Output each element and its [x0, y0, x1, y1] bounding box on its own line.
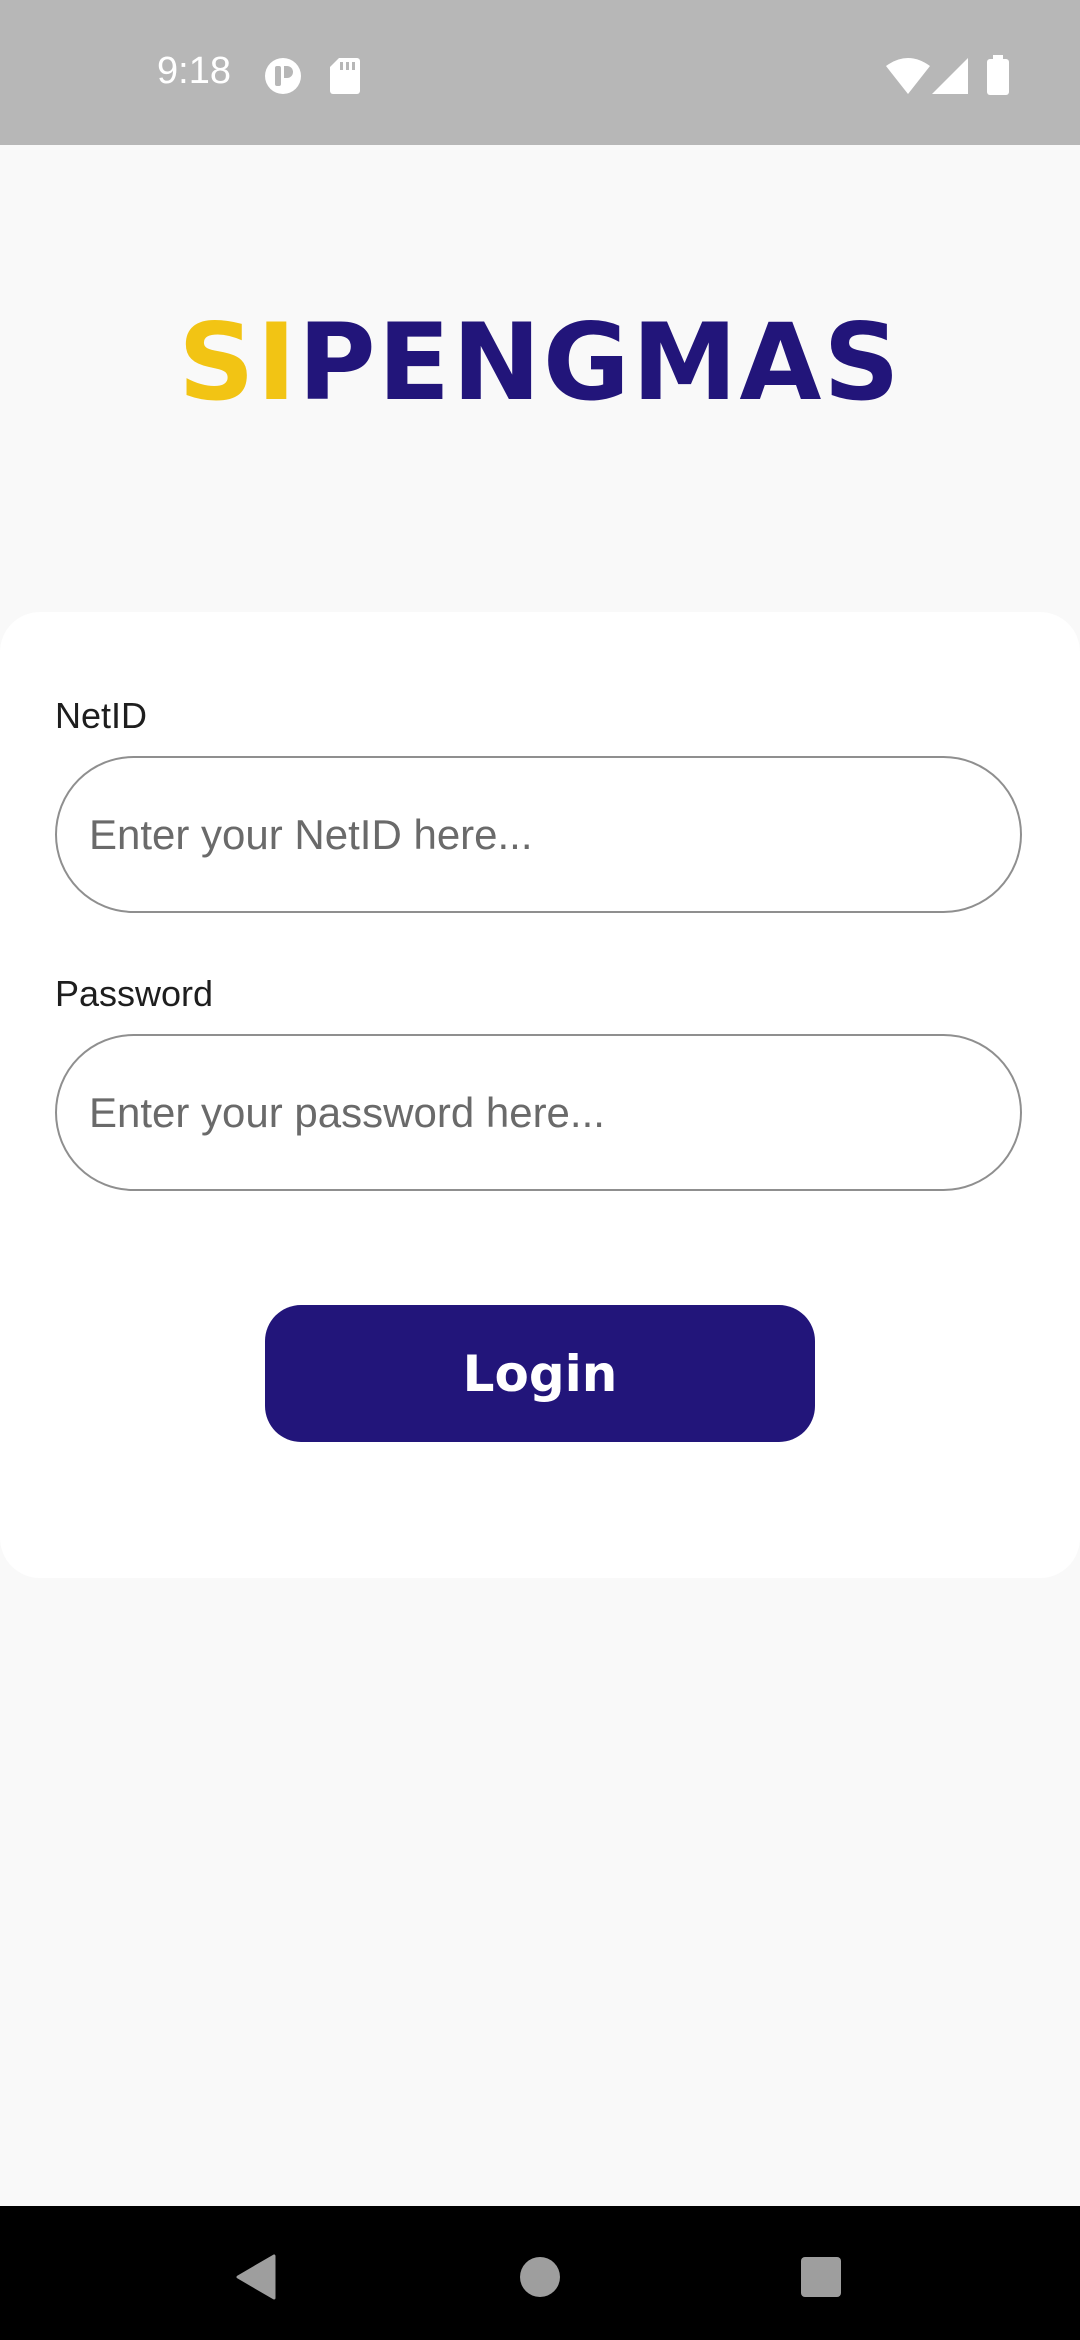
- status-bar: 9:18: [0, 0, 1080, 145]
- wifi-icon: [886, 58, 930, 94]
- app-logo: SIPENGMAS: [0, 310, 1080, 416]
- login-button[interactable]: Login: [265, 1305, 815, 1442]
- back-icon[interactable]: [234, 2254, 276, 2300]
- logo-accent-text: SI: [178, 301, 299, 424]
- password-input[interactable]: [55, 1034, 1022, 1191]
- status-time: 9:18: [157, 50, 231, 92]
- netid-label: NetID: [55, 695, 148, 736]
- app-notification-icon: [265, 58, 301, 94]
- recents-icon[interactable]: [800, 2256, 842, 2298]
- sd-card-icon: [330, 58, 360, 94]
- password-label: Password: [55, 973, 214, 1014]
- navigation-bar: [0, 2206, 1080, 2340]
- cell-signal-icon: [932, 58, 968, 94]
- netid-input[interactable]: [55, 756, 1022, 913]
- logo-main-text: PENGMAS: [298, 301, 902, 424]
- battery-icon: [987, 55, 1009, 95]
- home-icon[interactable]: [519, 2256, 561, 2298]
